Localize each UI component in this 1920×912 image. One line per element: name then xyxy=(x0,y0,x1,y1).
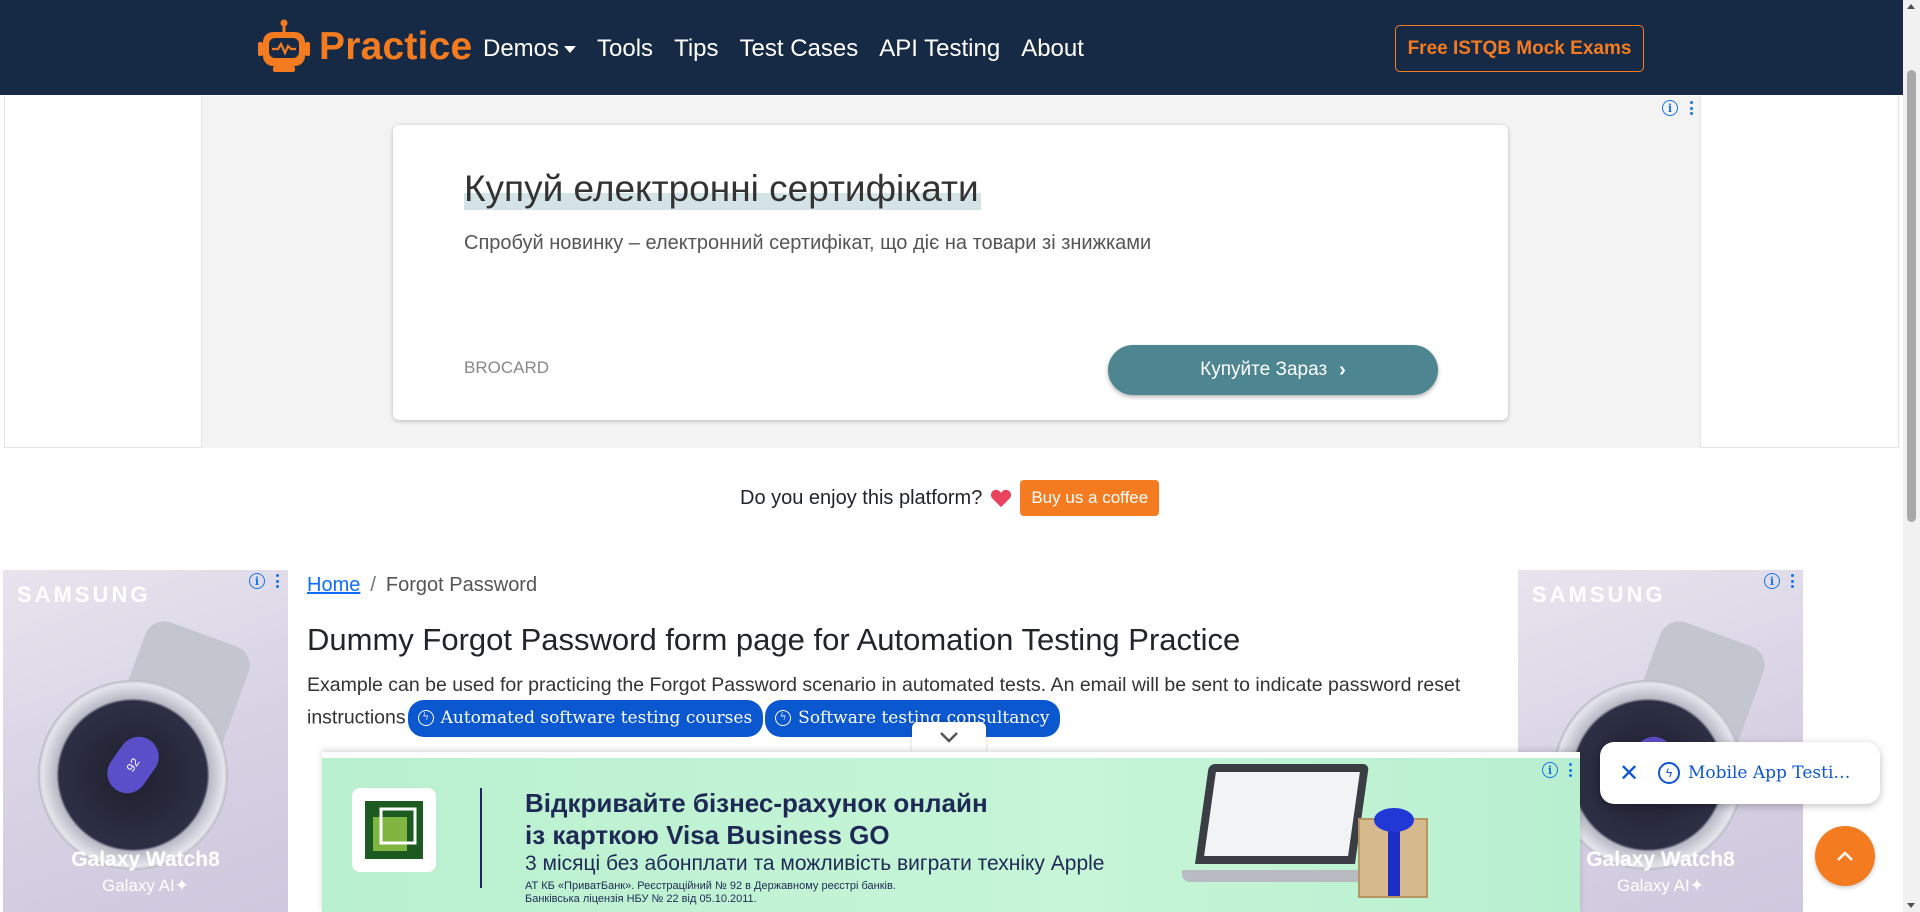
disclaimer-line2: Банківська ліцензія НБУ № 22 від 05.10.2… xyxy=(525,893,757,905)
bottom-anchor-ad[interactable]: Відкривайте бізнес-рахунок онлайн із кар… xyxy=(322,752,1580,912)
privatbank-logo-icon xyxy=(352,788,436,872)
caret-down-icon xyxy=(564,45,577,53)
bottom-ad-collapse-button[interactable] xyxy=(912,722,986,752)
disclaimer-line1: АТ КБ «ПриватБанк». Реєстраційний № 92 в… xyxy=(525,880,896,892)
breadcrumb-current: Forgot Password xyxy=(385,574,538,596)
breadcrumb-separator: / xyxy=(370,574,376,596)
ad-description: Спробуй новинку – електронний сертифікат… xyxy=(464,232,1152,254)
automated-testing-courses-link[interactable]: ϟ Automated software testing courses xyxy=(407,700,764,737)
nav-links: Demos Tools Tips Test Cases API Testing … xyxy=(483,35,1105,63)
navbar: Practice Demos Tools Tips Test Cases API… xyxy=(0,0,1903,95)
toast-label[interactable]: Mobile App Testi… xyxy=(1688,763,1850,783)
gift-bow xyxy=(1374,808,1414,832)
close-icon[interactable]: ✕ xyxy=(1618,759,1640,788)
ad-info-icon[interactable]: i xyxy=(1662,100,1678,116)
pill-label: Automated software testing courses xyxy=(440,708,753,728)
side-ad-tagline: Galaxy AI✦ xyxy=(101,876,189,895)
istqb-mock-exams-button[interactable]: Free ISTQB Mock Exams xyxy=(1395,25,1644,72)
top-ad-card[interactable]: Купуй електронні сертифікати Спробуй нов… xyxy=(393,125,1508,420)
scrollbar-thumb[interactable] xyxy=(1907,70,1916,522)
brand-name: Practice xyxy=(319,25,473,68)
coffee-prompt: Do you enjoy this platform? xyxy=(740,486,983,509)
side-ad-left[interactable]: SAMSUNG i 92 Galaxy Watch8 Galaxy AI✦ xyxy=(3,570,288,912)
bottom-ad-line2: із карткою Visa Business GO xyxy=(525,820,890,850)
heart-icon xyxy=(991,489,1012,508)
bottom-ad-disclaimer: АТ КБ «ПриватБанк». Реєстраційний № 92 в… xyxy=(525,880,896,906)
breadcrumb-home-link[interactable]: Home xyxy=(307,574,360,597)
bottom-ad-banner[interactable]: Відкривайте бізнес-рахунок онлайн із кар… xyxy=(322,758,1580,912)
bolt-icon: ϟ xyxy=(775,710,792,726)
robot-logo-icon xyxy=(258,19,310,72)
bottom-ad-line1: Відкривайте бізнес-рахунок онлайн xyxy=(525,788,988,818)
ad-info-icon[interactable]: i xyxy=(249,573,265,589)
bottom-ad-line3: 3 місяці без абонплати та можливість виг… xyxy=(525,852,1105,875)
gift-box-image xyxy=(1358,808,1428,898)
bolt-icon: ϟ xyxy=(417,710,434,726)
side-ad-brand: SAMSUNG xyxy=(17,582,151,607)
nav-tools[interactable]: Tools xyxy=(597,35,653,63)
scroll-to-top-button[interactable] xyxy=(1815,826,1875,886)
ad-info-icon[interactable]: i xyxy=(1542,762,1558,778)
ad-button-label: Купуйте Зараз xyxy=(1200,359,1328,380)
watch-pill: 92 xyxy=(99,728,167,802)
nav-demos-label: Demos xyxy=(483,35,560,62)
page-title: Dummy Forgot Password form page for Auto… xyxy=(307,622,1241,657)
ad-brand: BROCARD xyxy=(464,358,550,377)
page-description: Example can be used for practicing the F… xyxy=(307,670,1507,737)
nav-tips[interactable]: Tips xyxy=(674,35,718,63)
ad-info-icon[interactable]: i xyxy=(1764,573,1780,589)
breadcrumb: Home / Forgot Password xyxy=(307,574,537,597)
ad-divider xyxy=(480,788,482,888)
chevron-down-icon xyxy=(940,732,958,743)
coffee-row: Do you enjoy this platform? Buy us a cof… xyxy=(740,480,1160,516)
bolt-icon: ϟ xyxy=(1658,762,1680,784)
watch-image: 92 xyxy=(38,680,228,870)
laptop-image xyxy=(1194,764,1370,864)
scroll-down-arrow-icon[interactable] xyxy=(1907,903,1915,908)
floating-suggestion-toast[interactable]: ✕ ϟ Mobile App Testi… xyxy=(1600,742,1880,804)
side-ad-product: Galaxy Watch8 xyxy=(71,848,220,871)
brand-logo-link[interactable]: Practice xyxy=(255,18,472,76)
chevron-right-icon: › xyxy=(1339,358,1346,381)
page-scrollbar[interactable] xyxy=(1903,0,1920,912)
buy-coffee-button[interactable]: Buy us a coffee xyxy=(1020,480,1160,516)
ad-menu-dots-icon[interactable] xyxy=(1689,101,1693,115)
nav-test-cases[interactable]: Test Cases xyxy=(740,35,859,63)
ad-buy-now-button[interactable]: Купуйте Зараз › xyxy=(1108,345,1438,395)
side-ad-brand: SAMSUNG xyxy=(1532,582,1666,607)
chevron-up-icon xyxy=(1837,851,1853,861)
ad-menu-dots-icon[interactable] xyxy=(275,574,279,588)
nav-api-testing[interactable]: API Testing xyxy=(879,35,1000,63)
nav-demos-dropdown[interactable]: Demos xyxy=(483,35,577,63)
scroll-up-arrow-icon[interactable] xyxy=(1907,4,1915,9)
nav-about[interactable]: About xyxy=(1021,35,1084,63)
ad-menu-dots-icon[interactable] xyxy=(1790,574,1794,588)
ad-headline: Купуй електронні сертифікати xyxy=(464,168,981,210)
ad-menu-dots-icon[interactable] xyxy=(1568,763,1572,777)
laptop-base xyxy=(1182,870,1382,882)
